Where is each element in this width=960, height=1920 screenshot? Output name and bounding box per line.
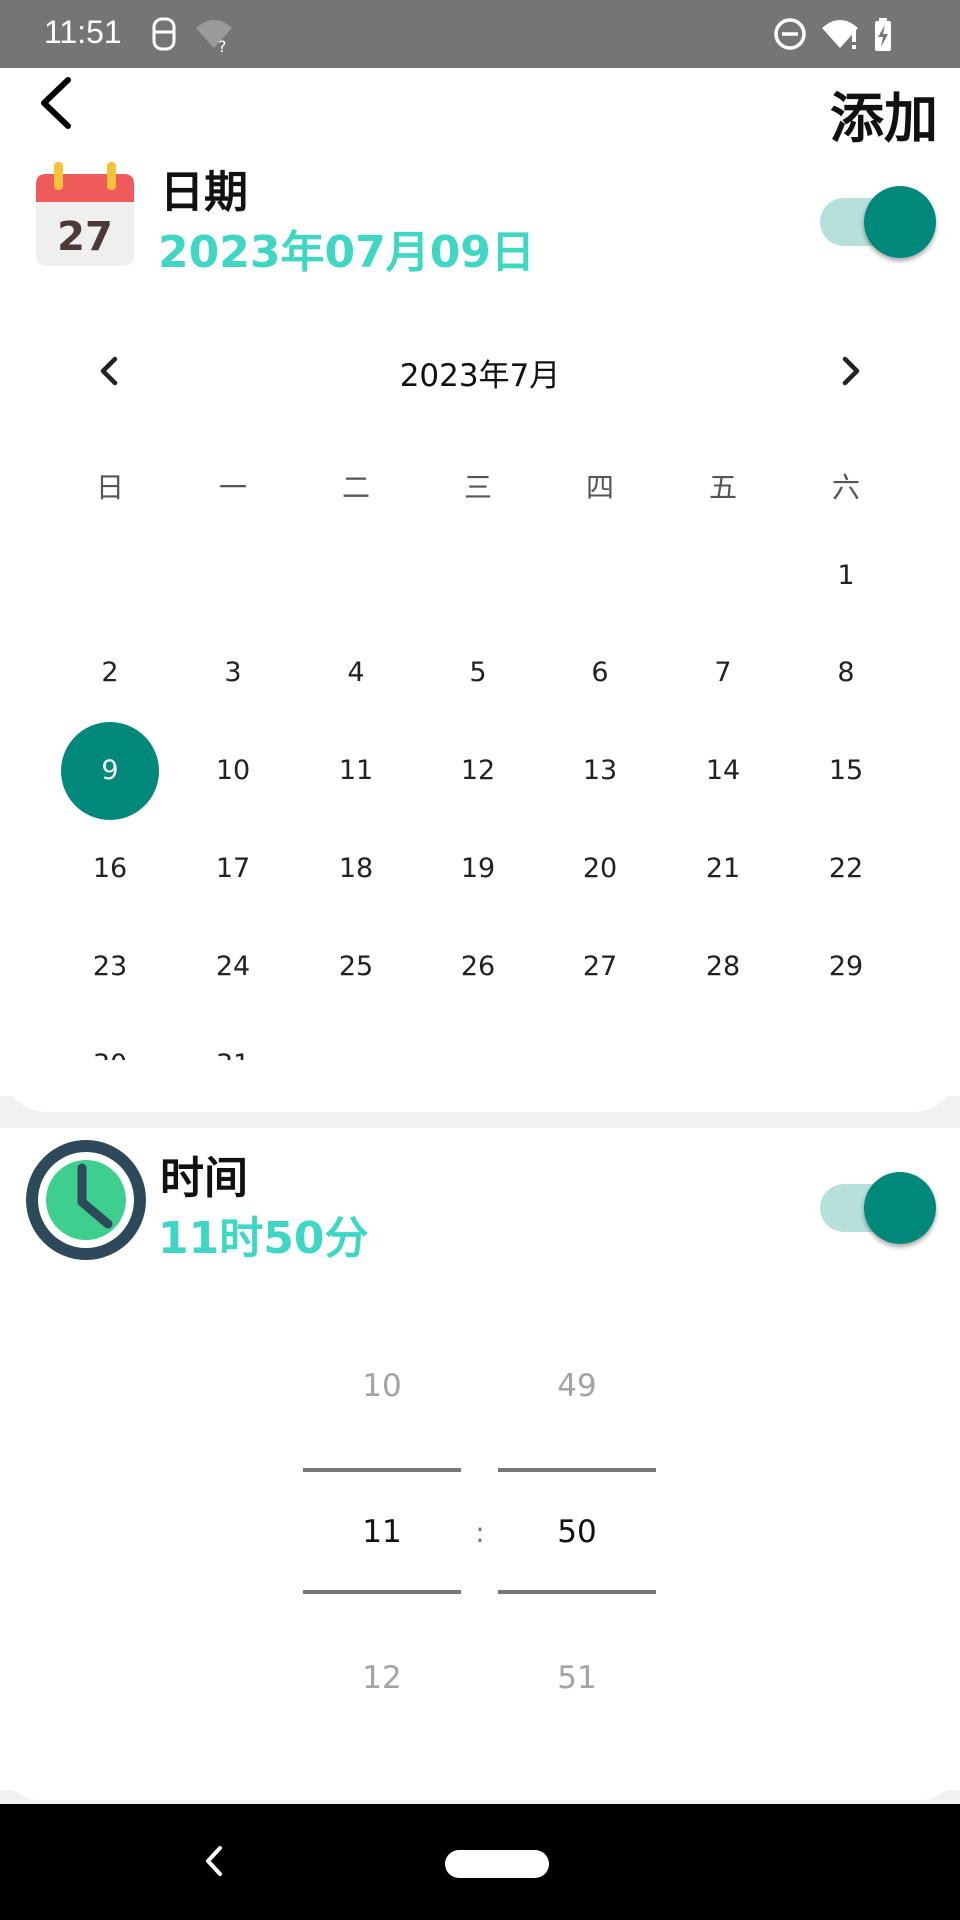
calendar-month-label: 2023年7月: [399, 358, 561, 394]
weekday-label: 四: [585, 471, 614, 504]
calendar-day[interactable]: 12: [428, 722, 528, 820]
date-label: 日期: [160, 167, 248, 218]
time-card-bottom: [0, 1760, 960, 1800]
battery-charging-icon: [875, 18, 891, 51]
hour-prev[interactable]: 10: [303, 1368, 461, 1404]
calendar-day[interactable]: 11: [306, 722, 406, 820]
time-value: 11时50分: [158, 1213, 369, 1264]
nav-home-pill[interactable]: [445, 1850, 549, 1878]
prev-month-button[interactable]: [84, 346, 134, 396]
nav-back-icon[interactable]: [198, 1838, 228, 1884]
next-month-button[interactable]: [826, 346, 876, 396]
hour-next[interactable]: 12: [303, 1660, 461, 1696]
weekday-label: 日: [95, 471, 124, 504]
calendar-day[interactable]: 25: [306, 918, 406, 1016]
calendar-day[interactable]: 15: [796, 722, 896, 820]
minute-selection-bottom-line: [498, 1590, 656, 1594]
weekday-label: 五: [708, 471, 737, 504]
calendar-27-icon: 27: [36, 162, 134, 266]
calendar-day[interactable]: 18: [306, 820, 406, 918]
calendar-day[interactable]: 20: [550, 820, 650, 918]
status-time: 11:51: [44, 14, 122, 50]
date-card-bottom: [0, 1060, 960, 1112]
minute-selection-top-line: [498, 1468, 656, 1472]
calendar-day[interactable]: 22: [796, 820, 896, 918]
do-not-disturb-icon: [774, 18, 806, 50]
hour-selection-top-line: [303, 1468, 461, 1472]
toggle-knob: [864, 1172, 936, 1244]
calendar-day[interactable]: 4: [306, 624, 406, 722]
weekday-label: 三: [463, 471, 492, 504]
calendar-day[interactable]: 27: [550, 918, 650, 1016]
calendar-day[interactable]: 6: [550, 624, 650, 722]
toggle-knob: [864, 186, 936, 258]
calendar-day[interactable]: 8: [796, 624, 896, 722]
date-value: 2023年07月09日: [158, 227, 535, 278]
calendar-day[interactable]: 10: [183, 722, 283, 820]
weekday-label: 一: [218, 471, 247, 504]
svg-text:27: 27: [57, 214, 113, 260]
minute-selected[interactable]: 50: [498, 1514, 656, 1550]
calendar-day[interactable]: 26: [428, 918, 528, 1016]
hour-selected[interactable]: 11: [303, 1514, 461, 1550]
wifi-alert-icon: [822, 20, 858, 49]
minute-next[interactable]: 51: [498, 1660, 656, 1696]
clock-icon: [26, 1140, 146, 1260]
calendar-day[interactable]: 21: [673, 820, 773, 918]
calendar-day-selected[interactable]: 9: [60, 722, 160, 820]
calendar-day[interactable]: 28: [673, 918, 773, 1016]
time-separator: :: [475, 1516, 485, 1549]
weekday-label: 六: [831, 471, 860, 504]
time-toggle[interactable]: [820, 1162, 940, 1244]
weekday-label: 二: [341, 471, 370, 504]
add-button[interactable]: 添加: [830, 74, 938, 153]
calendar-day[interactable]: 23: [60, 918, 160, 1016]
calendar-day[interactable]: 2: [60, 624, 160, 722]
calendar-day[interactable]: 7: [673, 624, 773, 722]
calendar-day[interactable]: 3: [183, 624, 283, 722]
calendar-day[interactable]: 5: [428, 624, 528, 722]
sim-icon: [152, 17, 176, 51]
time-label: 时间: [160, 1153, 248, 1204]
calendar-day[interactable]: 24: [183, 918, 283, 1016]
status-bar: 11:51 ?: [0, 0, 960, 68]
calendar-day[interactable]: 19: [428, 820, 528, 918]
calendar-day[interactable]: 16: [60, 820, 160, 918]
svg-text:?: ?: [218, 37, 227, 54]
calendar-day[interactable]: 17: [183, 820, 283, 918]
back-button[interactable]: [30, 72, 82, 134]
date-toggle[interactable]: [820, 176, 940, 258]
wifi-question-icon: ?: [196, 20, 232, 54]
calendar-day[interactable]: 14: [673, 722, 773, 820]
calendar-day[interactable]: 29: [796, 918, 896, 1016]
hour-selection-bottom-line: [303, 1590, 461, 1594]
minute-prev[interactable]: 49: [498, 1368, 656, 1404]
calendar-day[interactable]: 13: [550, 722, 650, 820]
calendar-day[interactable]: 1: [796, 527, 896, 625]
